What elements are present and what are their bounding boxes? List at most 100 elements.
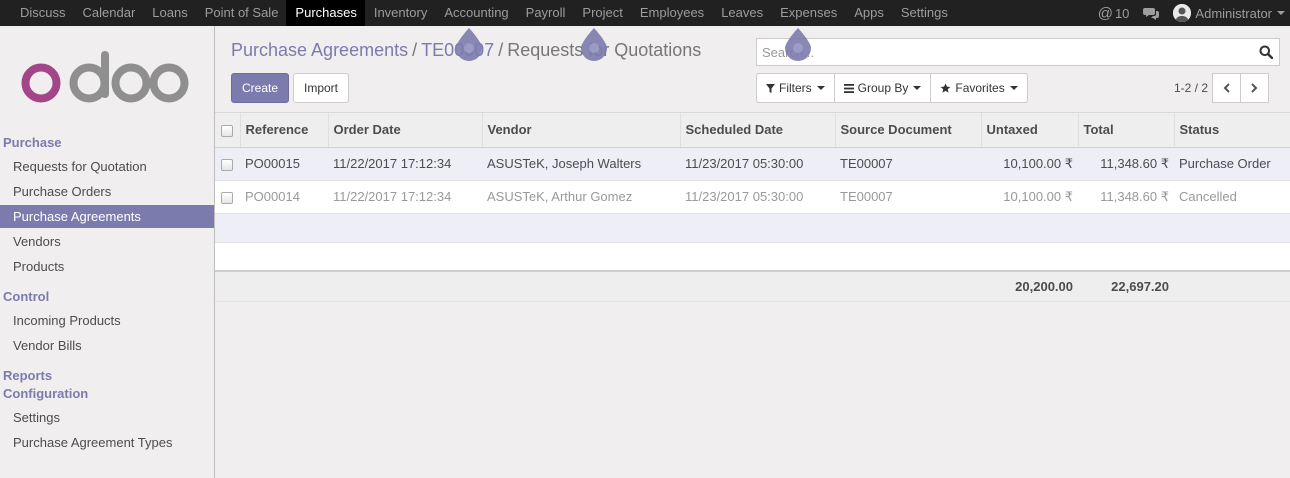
sidebar-section-reports[interactable]: Reports [3, 368, 52, 383]
column-status[interactable]: Status [1174, 113, 1290, 148]
row-checkbox[interactable] [215, 147, 240, 181]
at-icon: @ [1097, 4, 1113, 22]
menu-discuss[interactable]: Discuss [0, 0, 74, 26]
pager-previous-button[interactable] [1212, 73, 1242, 103]
select-all-checkbox[interactable] [215, 113, 241, 148]
column-scheduled-date[interactable]: Scheduled Date [680, 113, 836, 148]
menu-leaves[interactable]: Leaves [712, 0, 771, 26]
cell-source-document: TE00007 [835, 147, 981, 181]
odoo-logo[interactable] [21, 50, 189, 111]
pager: 1-2 / 2 [1174, 73, 1270, 103]
sidebar-item-settings[interactable]: Settings [0, 406, 214, 429]
menu-accounting[interactable]: Accounting [435, 0, 516, 26]
sidebar-item-requests-for-quotation[interactable]: Requests for Quotation [0, 155, 214, 178]
chevron-left-icon [1223, 83, 1230, 93]
table-footer: 20,200.00 22,697.20 [215, 270, 1290, 302]
column-source-document[interactable]: Source Document [835, 113, 982, 148]
list-view: Reference Order Date Vendor Scheduled Da… [215, 113, 1290, 478]
loading-drop-icon [456, 28, 482, 61]
total-total: 22,697.20 [1078, 270, 1174, 302]
cell-untaxed: 10,100.00 ₹ [981, 147, 1078, 181]
search-box [756, 38, 1280, 66]
chevron-down-icon [816, 86, 825, 90]
row-checkbox[interactable] [215, 180, 240, 214]
sidebar-item-purchase-orders[interactable]: Purchase Orders [0, 180, 214, 203]
cell-status: Purchase Order [1174, 147, 1290, 181]
filter-icon [766, 83, 775, 93]
cell-scheduled-date: 11/23/2017 05:30:00 [680, 180, 835, 214]
systray: @ 10 Administrator [1098, 0, 1290, 26]
pager-next-button[interactable] [1240, 73, 1270, 103]
search-input[interactable] [757, 39, 1247, 65]
notification-indicator[interactable]: @ 10 [1098, 5, 1130, 22]
filters-button[interactable]: Filters [756, 73, 835, 103]
menu-purchases[interactable]: Purchases [286, 0, 365, 26]
chevron-down-icon [1277, 11, 1285, 15]
list-icon [843, 83, 854, 93]
menu-point-of-sale[interactable]: Point of Sale [196, 0, 287, 26]
avatar [1173, 4, 1192, 22]
cell-status: Cancelled [1174, 180, 1290, 214]
checkbox[interactable] [221, 191, 233, 204]
column-order-date[interactable]: Order Date [328, 113, 483, 148]
loading-drop-icon [785, 28, 811, 61]
sidebar-item-products[interactable]: Products [0, 255, 214, 278]
star-icon [940, 82, 951, 93]
empty-row [215, 213, 1290, 243]
total-untaxed: 20,200.00 [981, 270, 1078, 302]
breadcrumb-separator: / [498, 40, 504, 60]
menu-payroll[interactable]: Payroll [517, 0, 574, 26]
column-vendor[interactable]: Vendor [482, 113, 681, 148]
checkbox[interactable] [221, 158, 233, 171]
top-navbar: Discuss Calendar Loans Point of Sale Pur… [0, 0, 1290, 26]
user-menu[interactable]: Administrator [1173, 4, 1290, 22]
sidebar-item-purchase-agreement-types[interactable]: Purchase Agreement Types [0, 431, 214, 454]
menu-calendar[interactable]: Calendar [74, 0, 144, 26]
menu-apps[interactable]: Apps [845, 0, 892, 26]
cell-order-date: 11/22/2017 17:12:34 [328, 147, 482, 181]
filters-label: Filters [779, 81, 812, 95]
column-total[interactable]: Total [1078, 113, 1175, 148]
menu-loans[interactable]: Loans [143, 0, 195, 26]
favorites-label: Favorites [955, 81, 1005, 95]
pager-value[interactable]: 1-2 / 2 [1174, 81, 1208, 95]
menu-settings[interactable]: Settings [892, 0, 956, 26]
empty-row [215, 242, 1290, 272]
cell-total: 11,348.60 ₹ [1078, 180, 1174, 214]
user-name: Administrator [1195, 5, 1272, 21]
cell-reference: PO00014 [240, 180, 328, 214]
sidebar-item-vendor-bills[interactable]: Vendor Bills [0, 334, 214, 357]
menu-inventory[interactable]: Inventory [365, 0, 435, 26]
sidebar-section-control: Control [3, 289, 50, 304]
search-icon[interactable] [1259, 45, 1274, 60]
search-options: Filters Group By Favorites [756, 73, 1028, 103]
sidebar-item-purchase-agreements[interactable]: Purchase Agreements [0, 205, 214, 228]
table-header: Reference Order Date Vendor Scheduled Da… [215, 113, 1290, 148]
table-row[interactable]: PO00015 11/22/2017 17:12:34 ASUSTeK, Jos… [215, 147, 1290, 181]
sidebar-item-vendors[interactable]: Vendors [0, 230, 214, 253]
cell-vendor: ASUSTeK, Arthur Gomez [482, 180, 680, 214]
menu-employees[interactable]: Employees [631, 0, 712, 26]
menu-project[interactable]: Project [573, 0, 630, 26]
column-untaxed[interactable]: Untaxed [981, 113, 1079, 148]
create-button[interactable]: Create [231, 73, 289, 103]
cell-order-date: 11/22/2017 17:12:34 [328, 180, 482, 214]
table-row[interactable]: PO00014 11/22/2017 17:12:34 ASUSTeK, Art… [215, 180, 1290, 214]
checkbox[interactable] [221, 124, 233, 137]
group-by-button[interactable]: Group By [833, 73, 932, 103]
breadcrumb-purchase-agreements[interactable]: Purchase Agreements [231, 40, 408, 60]
cell-scheduled-date: 11/23/2017 05:30:00 [680, 147, 835, 181]
menu-expenses[interactable]: Expenses [771, 0, 845, 26]
rfq-table: Reference Order Date Vendor Scheduled Da… [215, 113, 1290, 302]
chevron-down-icon [1009, 86, 1018, 90]
import-button[interactable]: Import [293, 73, 349, 103]
column-reference[interactable]: Reference [240, 113, 329, 148]
chat-icon[interactable] [1143, 7, 1160, 20]
cell-source-document: TE00007 [835, 180, 981, 214]
cell-vendor: ASUSTeK, Joseph Walters [482, 147, 680, 181]
sidebar-item-incoming-products[interactable]: Incoming Products [0, 309, 214, 332]
sidebar-section-purchase: Purchase [3, 135, 62, 150]
control-panel: Purchase Agreements/TE00007/Requests for… [215, 26, 1290, 113]
favorites-button[interactable]: Favorites [930, 73, 1028, 103]
chevron-down-icon [913, 86, 922, 90]
